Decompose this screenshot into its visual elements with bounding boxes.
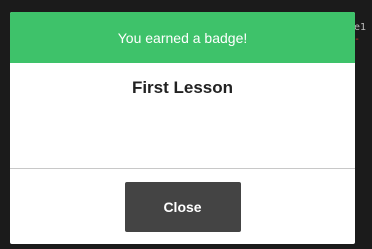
- dialog-title: You earned a badge!: [117, 29, 248, 46]
- dialog-footer: Close: [10, 169, 355, 244]
- badge-name: First Lesson: [131, 78, 234, 97]
- close-button[interactable]: Close: [124, 181, 241, 232]
- background-code-line: e1: [354, 22, 367, 33]
- background-code-line: -: [354, 34, 361, 45]
- background-code-text: e1 -: [354, 22, 372, 62]
- badge-dialog: You earned a badge! First Lesson Close: [10, 12, 355, 244]
- dialog-body: First Lesson: [10, 63, 355, 168]
- dialog-header: You earned a badge!: [10, 12, 355, 63]
